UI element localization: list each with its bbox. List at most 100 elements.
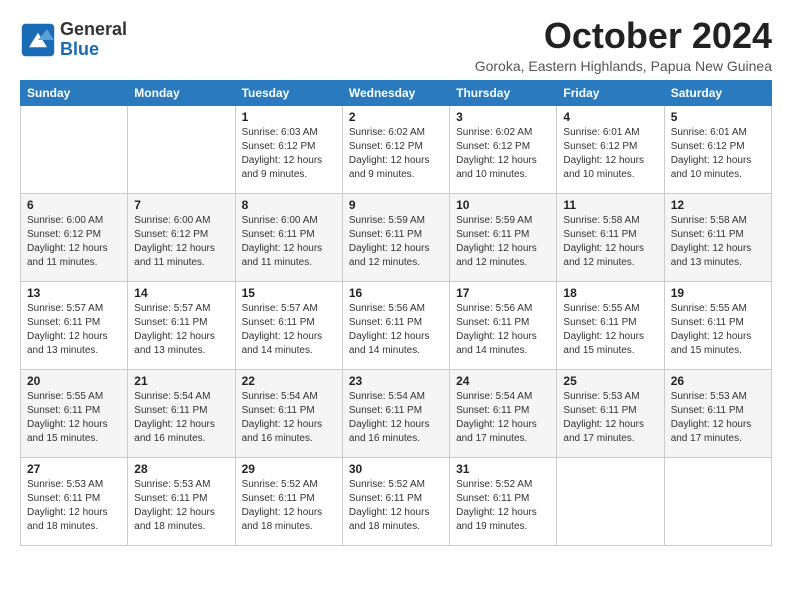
day-number: 3 xyxy=(456,110,550,124)
day-info: Sunrise: 5:53 AM Sunset: 6:11 PM Dayligh… xyxy=(563,390,657,446)
calendar-cell xyxy=(21,105,128,193)
calendar-cell: 12 Sunrise: 5:58 AM Sunset: 6:11 PM Dayli… xyxy=(664,193,771,281)
day-info: Sunrise: 6:02 AM Sunset: 6:12 PM Dayligh… xyxy=(456,126,550,182)
calendar-cell: 13 Sunrise: 5:57 AM Sunset: 6:11 PM Dayli… xyxy=(21,281,128,369)
calendar-cell: 8Sunrise: 6:00 AM Sunset: 6:11 PM Daylig… xyxy=(235,193,342,281)
month-title: October 2024 xyxy=(475,16,772,56)
calendar-cell: 14 Sunrise: 5:57 AM Sunset: 6:11 PM Dayli… xyxy=(128,281,235,369)
calendar-cell: 7Sunrise: 6:00 AM Sunset: 6:12 PM Daylig… xyxy=(128,193,235,281)
header-row: SundayMondayTuesdayWednesdayThursdayFrid… xyxy=(21,80,772,105)
location-subtitle: Goroka, Eastern Highlands, Papua New Gui… xyxy=(475,58,772,74)
day-info: Sunrise: 5:58 AM Sunset: 6:11 PM Dayligh… xyxy=(563,214,657,270)
calendar-cell: 16Sunrise: 5:56 AM Sunset: 6:11 PM Dayli… xyxy=(342,281,449,369)
week-row-4: 20 Sunrise: 5:55 AM Sunset: 6:11 PM Dayli… xyxy=(21,369,772,457)
calendar-cell xyxy=(557,457,664,545)
day-info: Sunrise: 5:52 AM Sunset: 6:11 PM Dayligh… xyxy=(456,478,550,534)
week-row-5: 27 Sunrise: 5:53 AM Sunset: 6:11 PM Dayli… xyxy=(21,457,772,545)
day-number: 23 xyxy=(349,374,443,388)
day-number: 4 xyxy=(563,110,657,124)
calendar-cell: 20 Sunrise: 5:55 AM Sunset: 6:11 PM Dayli… xyxy=(21,369,128,457)
day-number: 27 xyxy=(27,462,121,476)
day-number: 25 xyxy=(563,374,657,388)
day-number: 28 xyxy=(134,462,228,476)
logo-general-text: General xyxy=(60,20,127,40)
calendar-cell: 18 Sunrise: 5:55 AM Sunset: 6:11 PM Dayli… xyxy=(557,281,664,369)
day-number: 16 xyxy=(349,286,443,300)
calendar-cell: 24 Sunrise: 5:54 AM Sunset: 6:11 PM Dayli… xyxy=(450,369,557,457)
day-info: Sunrise: 6:01 AM Sunset: 6:12 PM Dayligh… xyxy=(671,126,765,182)
calendar-cell: 31 Sunrise: 5:52 AM Sunset: 6:11 PM Dayli… xyxy=(450,457,557,545)
calendar-header: SundayMondayTuesdayWednesdayThursdayFrid… xyxy=(21,80,772,105)
day-info: Sunrise: 6:01 AM Sunset: 6:12 PM Dayligh… xyxy=(563,126,657,182)
day-info: Sunrise: 5:54 AM Sunset: 6:11 PM Dayligh… xyxy=(242,390,336,446)
day-info: Sunrise: 5:54 AM Sunset: 6:11 PM Dayligh… xyxy=(349,390,443,446)
day-info: Sunrise: 5:58 AM Sunset: 6:11 PM Dayligh… xyxy=(671,214,765,270)
day-info: Sunrise: 5:53 AM Sunset: 6:11 PM Dayligh… xyxy=(671,390,765,446)
header-day-sunday: Sunday xyxy=(21,80,128,105)
day-number: 26 xyxy=(671,374,765,388)
day-number: 8 xyxy=(242,198,336,212)
day-number: 29 xyxy=(242,462,336,476)
calendar-cell: 27Sunrise: 5:53 AM Sunset: 6:11 PM Dayli… xyxy=(21,457,128,545)
day-number: 6 xyxy=(27,198,121,212)
day-info: Sunrise: 6:02 AM Sunset: 6:12 PM Dayligh… xyxy=(349,126,443,182)
day-info: Sunrise: 5:55 AM Sunset: 6:11 PM Dayligh… xyxy=(563,302,657,358)
calendar-table: SundayMondayTuesdayWednesdayThursdayFrid… xyxy=(20,80,772,546)
logo: General Blue xyxy=(20,20,127,60)
calendar-cell: 22Sunrise: 5:54 AM Sunset: 6:11 PM Dayli… xyxy=(235,369,342,457)
header-day-friday: Friday xyxy=(557,80,664,105)
calendar-cell: 4 Sunrise: 6:01 AM Sunset: 6:12 PM Daylig… xyxy=(557,105,664,193)
day-info: Sunrise: 5:55 AM Sunset: 6:11 PM Dayligh… xyxy=(671,302,765,358)
day-number: 15 xyxy=(242,286,336,300)
day-info: Sunrise: 5:59 AM Sunset: 6:11 PM Dayligh… xyxy=(349,214,443,270)
day-number: 9 xyxy=(349,198,443,212)
day-info: Sunrise: 6:03 AM Sunset: 6:12 PM Dayligh… xyxy=(242,126,336,182)
day-info: Sunrise: 5:57 AM Sunset: 6:11 PM Dayligh… xyxy=(134,302,228,358)
day-number: 2 xyxy=(349,110,443,124)
day-number: 14 xyxy=(134,286,228,300)
header-day-thursday: Thursday xyxy=(450,80,557,105)
calendar-cell: 9 Sunrise: 5:59 AM Sunset: 6:11 PM Daylig… xyxy=(342,193,449,281)
day-number: 30 xyxy=(349,462,443,476)
calendar-cell xyxy=(128,105,235,193)
calendar-cell: 10 Sunrise: 5:59 AM Sunset: 6:11 PM Dayli… xyxy=(450,193,557,281)
calendar-cell: 11 Sunrise: 5:58 AM Sunset: 6:11 PM Dayli… xyxy=(557,193,664,281)
day-info: Sunrise: 5:57 AM Sunset: 6:11 PM Dayligh… xyxy=(242,302,336,358)
day-number: 5 xyxy=(671,110,765,124)
calendar-cell: 29Sunrise: 5:52 AM Sunset: 6:11 PM Dayli… xyxy=(235,457,342,545)
calendar-cell: 6 Sunrise: 6:00 AM Sunset: 6:12 PM Daylig… xyxy=(21,193,128,281)
logo-icon xyxy=(20,22,56,58)
calendar-cell: 19 Sunrise: 5:55 AM Sunset: 6:11 PM Dayli… xyxy=(664,281,771,369)
day-info: Sunrise: 5:55 AM Sunset: 6:11 PM Dayligh… xyxy=(27,390,121,446)
calendar-cell: 3 Sunrise: 6:02 AM Sunset: 6:12 PM Daylig… xyxy=(450,105,557,193)
calendar-cell: 15 Sunrise: 5:57 AM Sunset: 6:11 PM Dayli… xyxy=(235,281,342,369)
day-number: 12 xyxy=(671,198,765,212)
calendar-cell: 26 Sunrise: 5:53 AM Sunset: 6:11 PM Dayli… xyxy=(664,369,771,457)
week-row-3: 13 Sunrise: 5:57 AM Sunset: 6:11 PM Dayli… xyxy=(21,281,772,369)
day-info: Sunrise: 5:59 AM Sunset: 6:11 PM Dayligh… xyxy=(456,214,550,270)
day-info: Sunrise: 5:56 AM Sunset: 6:11 PM Dayligh… xyxy=(456,302,550,358)
header-day-wednesday: Wednesday xyxy=(342,80,449,105)
day-number: 10 xyxy=(456,198,550,212)
day-number: 31 xyxy=(456,462,550,476)
day-number: 19 xyxy=(671,286,765,300)
day-info: Sunrise: 5:53 AM Sunset: 6:11 PM Dayligh… xyxy=(134,478,228,534)
day-info: Sunrise: 6:00 AM Sunset: 6:12 PM Dayligh… xyxy=(134,214,228,270)
logo-blue-text: Blue xyxy=(60,40,127,60)
calendar-cell: 1Sunrise: 6:03 AM Sunset: 6:12 PM Daylig… xyxy=(235,105,342,193)
header-day-tuesday: Tuesday xyxy=(235,80,342,105)
week-row-2: 6 Sunrise: 6:00 AM Sunset: 6:12 PM Daylig… xyxy=(21,193,772,281)
calendar-cell xyxy=(664,457,771,545)
calendar-cell: 17 Sunrise: 5:56 AM Sunset: 6:11 PM Dayli… xyxy=(450,281,557,369)
day-number: 20 xyxy=(27,374,121,388)
day-number: 17 xyxy=(456,286,550,300)
day-info: Sunrise: 5:57 AM Sunset: 6:11 PM Dayligh… xyxy=(27,302,121,358)
calendar-cell: 2 Sunrise: 6:02 AM Sunset: 6:12 PM Daylig… xyxy=(342,105,449,193)
day-number: 24 xyxy=(456,374,550,388)
day-info: Sunrise: 5:54 AM Sunset: 6:11 PM Dayligh… xyxy=(134,390,228,446)
day-info: Sunrise: 6:00 AM Sunset: 6:12 PM Dayligh… xyxy=(27,214,121,270)
day-number: 13 xyxy=(27,286,121,300)
day-info: Sunrise: 5:54 AM Sunset: 6:11 PM Dayligh… xyxy=(456,390,550,446)
day-number: 18 xyxy=(563,286,657,300)
day-number: 11 xyxy=(563,198,657,212)
